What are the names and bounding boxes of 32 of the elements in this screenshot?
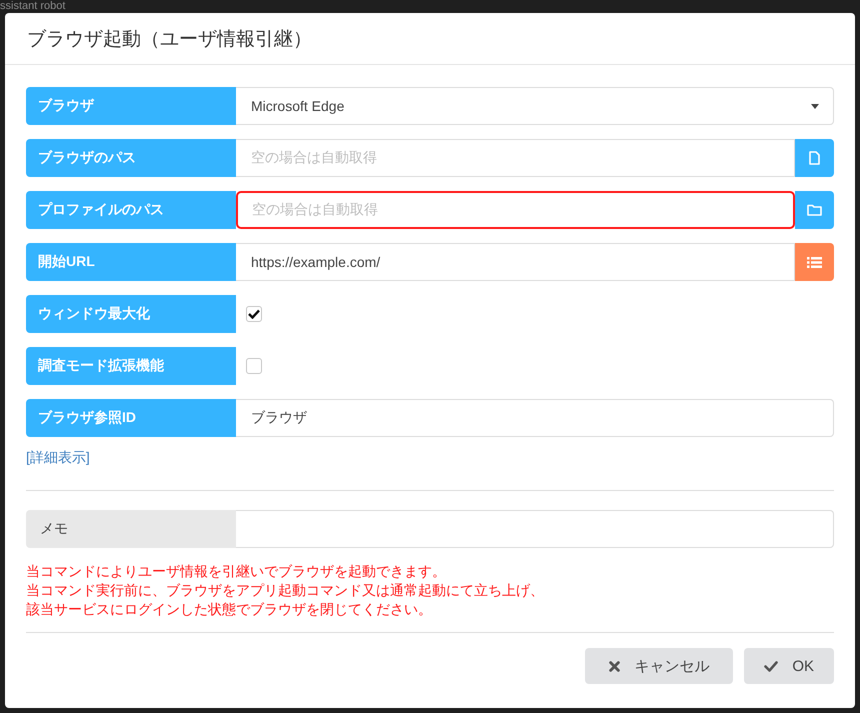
- background-page-title: ssistant robot: [0, 0, 66, 12]
- memo-field[interactable]: [236, 510, 834, 548]
- text-field[interactable]: ブラウザ: [236, 399, 834, 437]
- dialog-title: ブラウザ起動（ユーザ情報引継）: [27, 28, 312, 52]
- list-button[interactable]: [795, 243, 834, 281]
- notice-text: 該当サービスにログインした状態でブラウザを閉じてください。: [26, 600, 432, 619]
- caret-icon: [811, 104, 819, 108]
- checkbox[interactable]: [246, 358, 262, 374]
- field-label: 開始URL: [26, 243, 236, 281]
- ok-button[interactable]: OK: [744, 648, 834, 684]
- notice-text: 当コマンドによりユーザ情報を引継いでブラウザを起動できます。: [26, 562, 446, 581]
- checkmark-icon: [248, 309, 260, 319]
- field-label: ブラウザ参照ID: [26, 399, 236, 437]
- folder-button[interactable]: [795, 191, 834, 229]
- checkmark-icon: [764, 660, 778, 672]
- file-icon: [809, 151, 820, 165]
- file-button[interactable]: [795, 139, 834, 177]
- field-label: ウィンドウ最大化: [26, 295, 236, 333]
- field-label: ブラウザ: [26, 87, 236, 125]
- cancel-button[interactable]: キャンセル: [585, 648, 734, 684]
- details-link[interactable]: [詳細表示]: [26, 448, 90, 466]
- notice-text: 当コマンド実行前に、ブラウザをアプリ起動コマンド又は通常起動にて立ち上げ、: [26, 581, 544, 600]
- browser-select[interactable]: Microsoft Edge: [236, 87, 834, 125]
- checkbox[interactable]: [246, 306, 262, 322]
- field-label: メモ: [26, 510, 236, 548]
- folder-icon: [807, 204, 822, 216]
- list-icon: [807, 256, 822, 268]
- field-label: ブラウザのパス: [26, 139, 236, 177]
- text-field[interactable]: https://example.com/: [236, 243, 795, 281]
- field-label: プロファイルのパス: [26, 191, 236, 229]
- field-label: 調査モード拡張機能: [26, 347, 236, 385]
- close-icon: [609, 660, 620, 672]
